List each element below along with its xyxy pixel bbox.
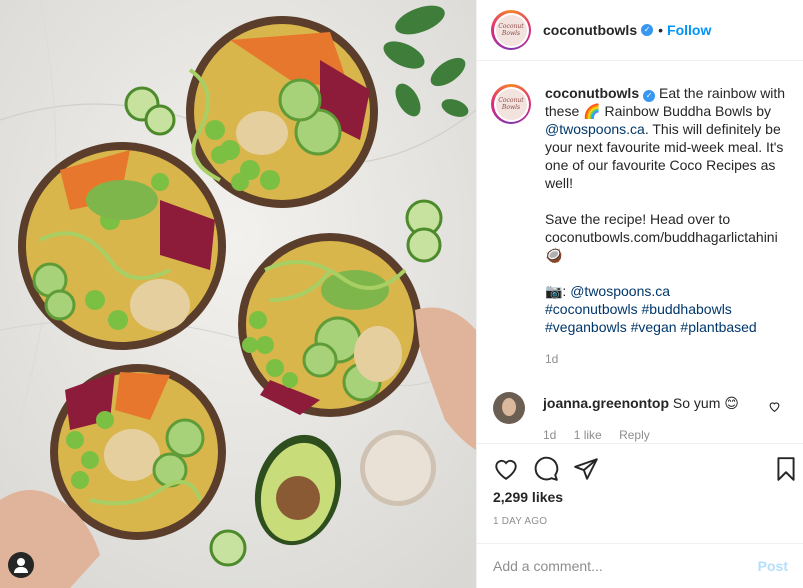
buddha-bowls-image <box>0 0 476 588</box>
comment-likes[interactable]: 1 like <box>574 428 602 442</box>
bookmark-icon[interactable] <box>773 456 799 482</box>
comment: joanna.greenontop So yum 😊 1d 1 like Rep… <box>493 392 793 442</box>
instagram-post: Coconut Bowls coconutbowls ✓ • Follow Co… <box>0 0 803 588</box>
smile-emoji: 😊 <box>724 395 739 411</box>
post-timestamp: 1 DAY AGO <box>493 516 548 527</box>
verified-badge-icon: ✓ <box>643 90 656 102</box>
avatar-logo: Coconut Bowls <box>495 88 527 120</box>
separator-dot: • <box>658 22 664 38</box>
rainbow-emoji: 🌈 <box>583 103 601 119</box>
post-photo[interactable] <box>0 0 476 588</box>
comment-text: So yum <box>672 395 721 411</box>
caption-avatar[interactable]: Coconut Bowls <box>491 84 531 124</box>
post-caption: Coconut Bowls coconutbowls ✓ Eat the rain… <box>491 84 801 368</box>
caption-text: coconutbowls ✓ Eat the rainbow with these… <box>545 84 795 368</box>
comment-heart-icon[interactable] <box>768 400 781 413</box>
heart-icon[interactable] <box>493 456 519 482</box>
credit-link[interactable]: @twospoons.ca <box>570 283 670 299</box>
hashtags[interactable]: #veganbowls #vegan #plantbased <box>545 319 757 335</box>
verified-badge-icon: ✓ <box>641 24 654 36</box>
likes-count[interactable]: 2,299 likes <box>493 489 563 505</box>
post-comment-button[interactable]: Post <box>758 558 788 574</box>
post-header: Coconut Bowls coconutbowls ✓ • Follow <box>477 0 803 61</box>
comment-input[interactable] <box>493 558 758 574</box>
hashtags[interactable]: #coconutbowls #buddhabowls <box>545 301 732 317</box>
comment-time: 1d <box>543 428 557 442</box>
comment-icon[interactable] <box>533 456 559 482</box>
caption-line: Save the recipe! Head over to <box>545 211 731 227</box>
follow-button[interactable]: Follow <box>667 22 711 38</box>
camera-emoji: 📷: <box>545 283 567 299</box>
caption-time: 1d <box>545 352 559 366</box>
add-comment-bar: Post <box>477 543 803 588</box>
recipe-url: coconutbowls.com/buddhagarlictahini <box>545 229 778 245</box>
reply-button[interactable]: Reply <box>619 428 650 442</box>
post-sidebar: Coconut Bowls coconutbowls ✓ • Follow Co… <box>476 0 803 588</box>
caption-line: Rainbow Buddha Bowls by <box>604 103 772 119</box>
avatar-logo: Coconut Bowls <box>495 14 527 46</box>
caption-username[interactable]: coconutbowls <box>545 85 639 101</box>
account-avatar[interactable]: Coconut Bowls <box>491 10 531 50</box>
mention-link[interactable]: @twospoons.ca <box>545 121 645 137</box>
coconut-emoji: 🥥 <box>545 247 563 263</box>
share-icon[interactable] <box>573 456 599 482</box>
header-username[interactable]: coconutbowls <box>543 22 637 38</box>
user-tag-icon[interactable] <box>8 552 34 578</box>
commenter-avatar[interactable] <box>493 392 525 424</box>
commenter-username[interactable]: joanna.greenontop <box>543 395 669 411</box>
